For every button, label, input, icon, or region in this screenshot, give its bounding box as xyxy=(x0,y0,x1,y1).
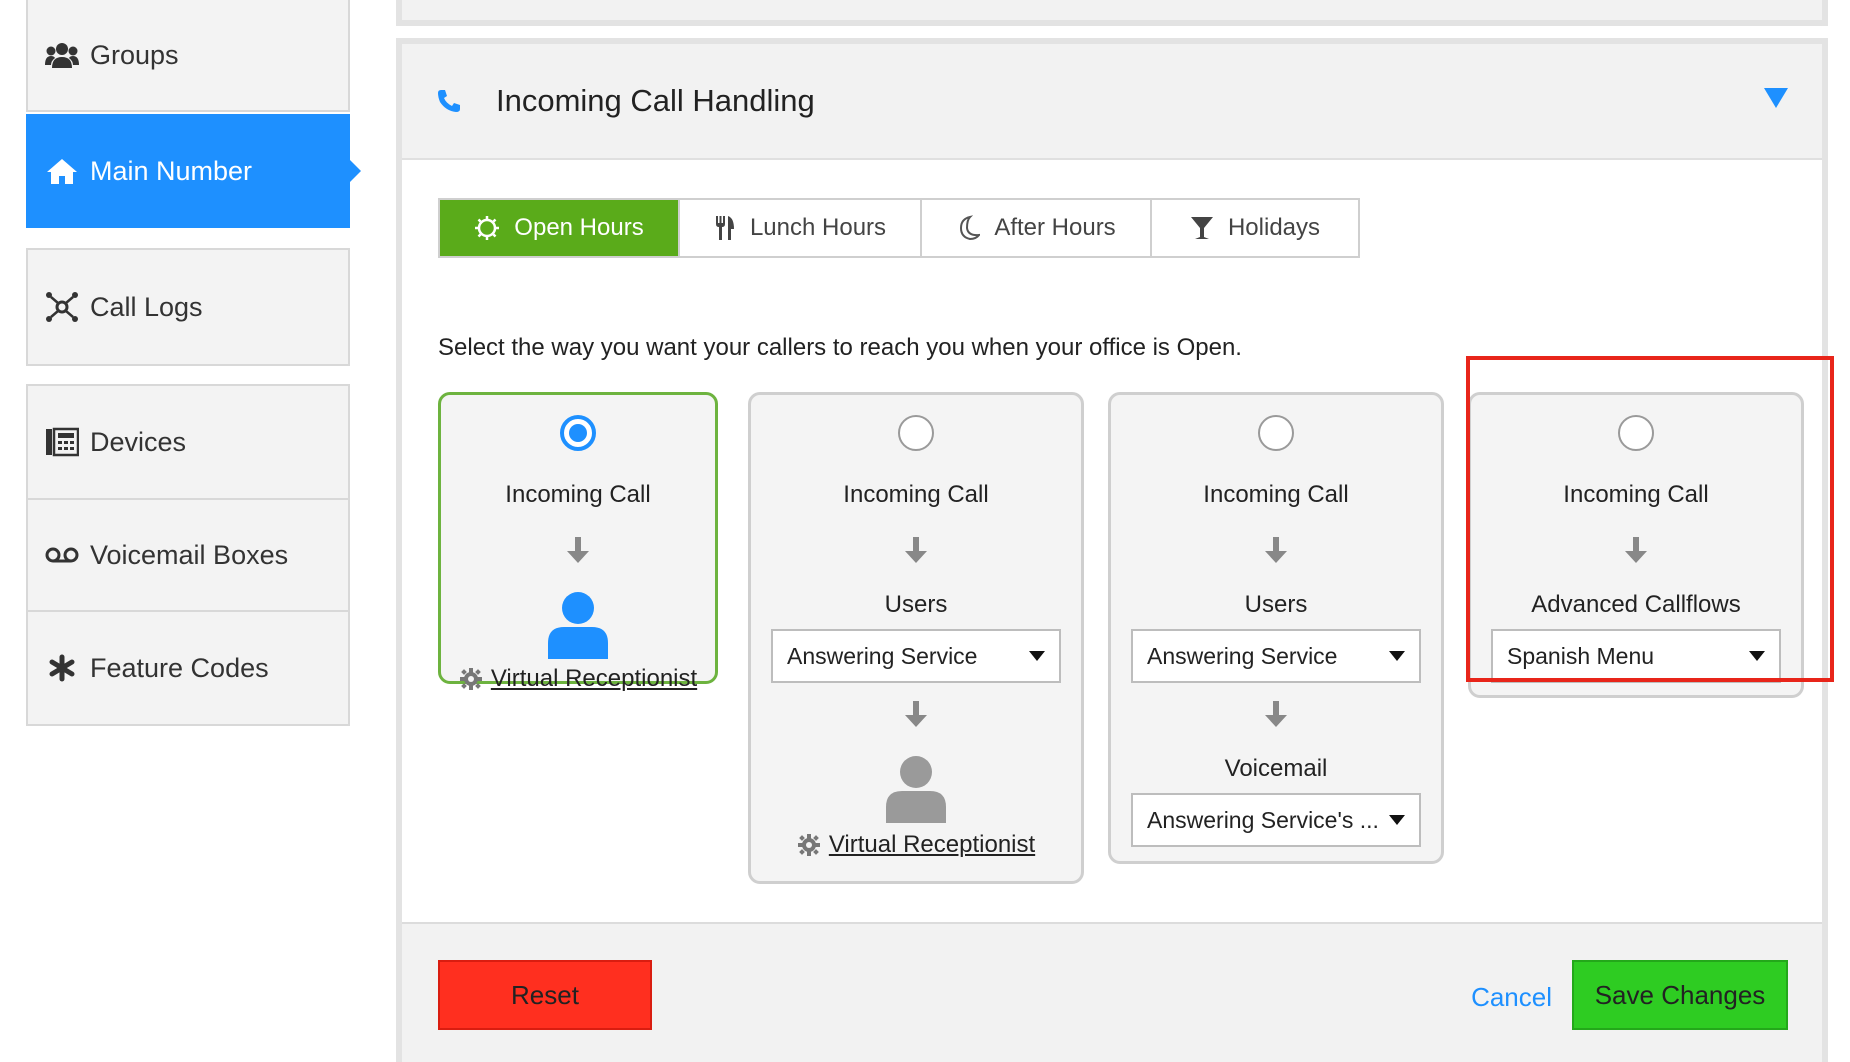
virtual-receptionist-link-text[interactable]: Virtual Receptionist xyxy=(829,831,1035,859)
intro-text: Select the way you want your callers to … xyxy=(438,334,1242,361)
option-line-incoming-call: Incoming Call xyxy=(843,481,989,508)
sidebar-item-label: Groups xyxy=(90,39,179,70)
virtual-receptionist-link[interactable]: Virtual Receptionist xyxy=(441,665,715,693)
option-line-voicemail: Voicemail xyxy=(1224,755,1328,782)
moon-icon xyxy=(956,215,981,241)
option-card-virtual-receptionist[interactable]: Incoming Call Virtual Receptionist xyxy=(438,392,718,692)
gear-icon xyxy=(797,834,820,856)
option-line-incoming-call: Incoming Call xyxy=(505,481,651,508)
sidebar-item-main-number[interactable]: Main Number xyxy=(26,114,361,228)
tab-after-hours[interactable]: After Hours xyxy=(922,200,1152,256)
users-select[interactable]: Answering Service xyxy=(771,629,1061,683)
gear-icon xyxy=(459,668,482,690)
tab-label: Lunch Hours xyxy=(749,214,887,241)
home-icon xyxy=(44,155,80,187)
reset-button[interactable]: Reset xyxy=(438,960,652,1030)
caret-down-icon xyxy=(1389,651,1405,661)
tab-holidays[interactable]: Holidays xyxy=(1152,200,1358,256)
sidebar-item-label: Feature Codes xyxy=(90,652,269,683)
cancel-button[interactable]: Cancel xyxy=(1471,982,1552,1013)
device-icon xyxy=(44,426,80,458)
tab-lunch-hours[interactable]: Lunch Hours xyxy=(680,200,922,256)
highlight-box xyxy=(1466,356,1834,682)
utensils-icon xyxy=(714,215,736,241)
caret-down-icon xyxy=(1029,651,1045,661)
sidebar-item-call-logs[interactable]: Call Logs xyxy=(26,248,350,366)
previous-panel-edge xyxy=(396,0,1828,26)
user-avatar-gray-icon xyxy=(886,756,946,823)
tab-label: After Hours xyxy=(994,214,1116,241)
panel-footer: Reset Cancel Save Changes xyxy=(402,922,1822,1062)
save-changes-button[interactable]: Save Changes xyxy=(1572,960,1788,1030)
arrow-down-icon xyxy=(905,537,927,563)
collapse-toggle-icon[interactable] xyxy=(1764,88,1788,108)
arrow-down-icon xyxy=(1265,701,1287,727)
virtual-receptionist-link[interactable]: Virtual Receptionist xyxy=(751,831,1081,859)
voicemail-select-value: Answering Service's ... xyxy=(1147,806,1379,833)
sidebar-item-feature-codes[interactable]: Feature Codes xyxy=(26,610,350,726)
arrow-down-icon xyxy=(905,701,927,727)
asterisk-icon xyxy=(44,652,80,684)
sidebar-item-devices[interactable]: Devices xyxy=(26,384,350,500)
hours-tabs: Open Hours Lunch Hours After Hours Holid… xyxy=(438,198,1360,258)
voicemail-icon xyxy=(44,539,80,571)
glass-icon xyxy=(1190,215,1214,241)
tab-label: Holidays xyxy=(1227,214,1321,241)
sidebar-item-label: Voicemail Boxes xyxy=(90,539,289,570)
users-icon xyxy=(44,39,80,71)
users-select-value: Answering Service xyxy=(1147,642,1338,669)
phone-icon xyxy=(436,88,462,114)
arrow-down-icon xyxy=(1265,537,1287,563)
arrow-down-icon xyxy=(567,537,589,563)
tab-open-hours[interactable]: Open Hours xyxy=(440,200,680,256)
virtual-receptionist-link-text[interactable]: Virtual Receptionist xyxy=(491,665,697,693)
network-icon xyxy=(44,291,80,323)
user-avatar-blue-icon xyxy=(548,592,608,659)
sidebar-item-voicemail-boxes[interactable]: Voicemail Boxes xyxy=(26,498,350,612)
sun-icon xyxy=(474,215,500,241)
option-card-users-voicemail[interactable]: Incoming Call Users Answering Service Vo… xyxy=(1108,392,1444,864)
sidebar-item-groups[interactable]: Groups xyxy=(26,0,350,112)
option-line-incoming-call: Incoming Call xyxy=(1203,481,1349,508)
sidebar-item-label: Call Logs xyxy=(90,291,203,322)
option-line-users: Users xyxy=(884,591,948,618)
option-line-users: Users xyxy=(1244,591,1308,618)
voicemail-select[interactable]: Answering Service's ... xyxy=(1131,793,1421,847)
sidebar-item-label: Devices xyxy=(90,426,187,457)
panel-title: Incoming Call Handling xyxy=(496,83,815,118)
option-radio[interactable] xyxy=(1258,415,1294,451)
users-select[interactable]: Answering Service xyxy=(1131,629,1421,683)
caret-down-icon xyxy=(1389,815,1405,825)
tab-label: Open Hours xyxy=(514,214,644,241)
option-radio[interactable] xyxy=(898,415,934,451)
panel-header: Incoming Call Handling xyxy=(402,44,1822,160)
sidebar-item-label: Main Number xyxy=(90,155,253,186)
users-select-value: Answering Service xyxy=(787,642,978,669)
option-radio[interactable] xyxy=(560,415,596,451)
option-card-users-virtual-receptionist[interactable]: Incoming Call Users Answering Service Vi… xyxy=(748,392,1084,884)
